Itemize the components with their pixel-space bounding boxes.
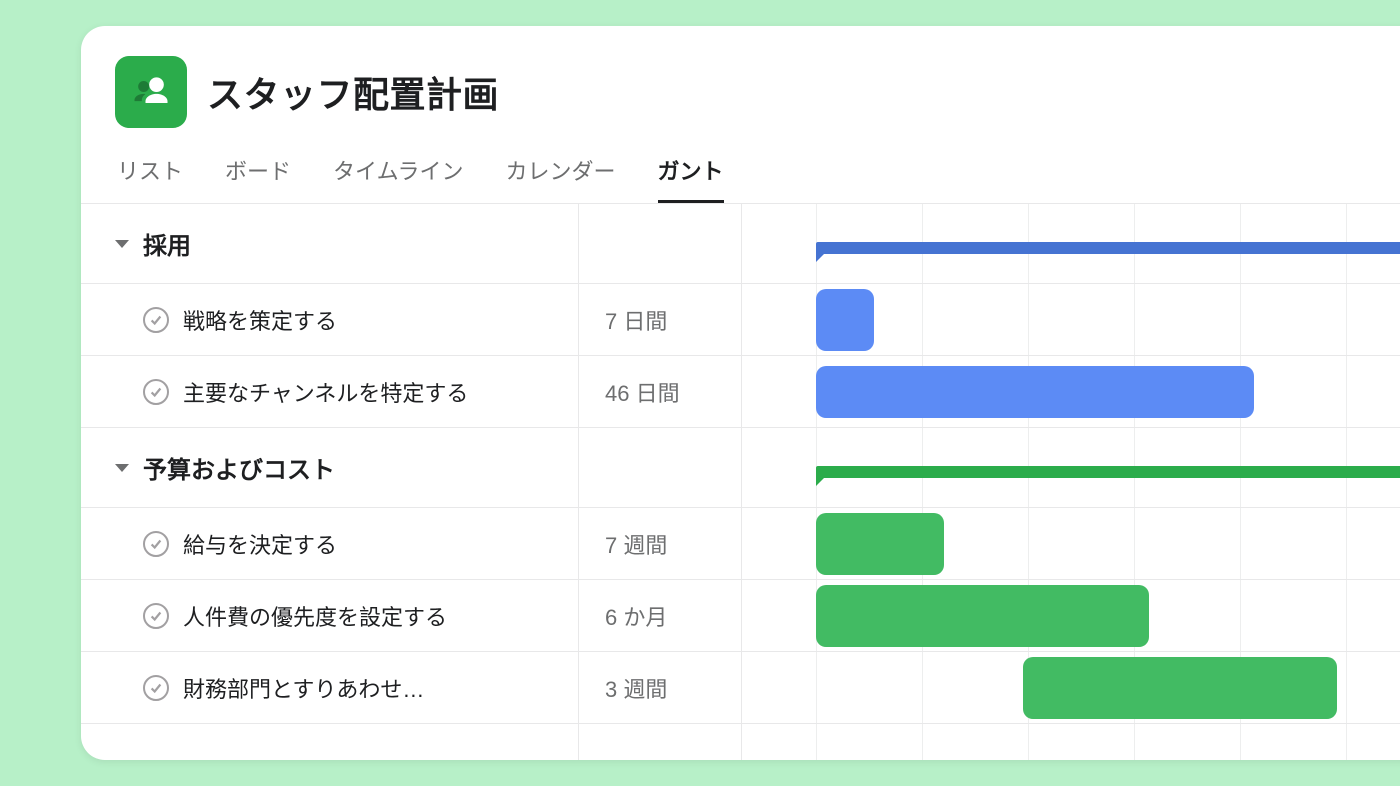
check-circle-icon[interactable] [143,531,169,557]
task-name-column: 採用 戦略を策定する 主要なチャンネルを特定する 予算およびコスト 給与を決定す… [81,204,579,760]
task-name: 給与を決定する [183,528,337,560]
duration-cell: 6 か月 [579,580,741,652]
caret-down-icon [115,464,129,472]
gantt-rows [742,204,1400,724]
task-row[interactable]: 戦略を策定する [81,284,578,356]
page-title: スタッフ配置計画 [207,66,499,118]
task-name: 戦略を策定する [183,304,337,336]
gantt-bar[interactable] [816,289,874,351]
section-summary-bar[interactable] [816,466,1400,478]
task-row[interactable]: 財務部門とすりあわせ… [81,652,578,724]
task-row[interactable]: 人件費の優先度を設定する [81,580,578,652]
gantt-bar[interactable] [816,585,1149,647]
caret-down-icon [115,240,129,248]
section-summary-bar[interactable] [816,242,1400,254]
duration-cell: 7 週間 [579,508,741,580]
duration-cell: 46 日間 [579,356,741,428]
tab-board[interactable]: ボード [225,154,291,203]
body: 採用 戦略を策定する 主要なチャンネルを特定する 予算およびコスト 給与を決定す… [81,204,1400,760]
app-card: スタッフ配置計画 リスト ボード タイムライン カレンダー ガント 採用 戦略を… [81,26,1400,760]
duration-cell [579,204,741,284]
task-name: 財務部門とすりあわせ… [183,672,424,704]
project-icon[interactable] [115,56,187,128]
tab-gantt[interactable]: ガント [658,154,724,203]
task-name: 人件費の優先度を設定する [183,600,447,632]
tab-timeline[interactable]: タイムライン [333,154,463,203]
gantt-bar[interactable] [1023,657,1337,719]
duration-cell: 7 日間 [579,284,741,356]
check-circle-icon[interactable] [143,675,169,701]
task-name: 主要なチャンネルを特定する [183,376,468,408]
check-circle-icon[interactable] [143,603,169,629]
check-circle-icon[interactable] [143,307,169,333]
gantt-bar[interactable] [816,513,944,575]
tab-calendar[interactable]: カレンダー [506,154,616,203]
gantt-bar[interactable] [816,366,1254,418]
section-header-budget[interactable]: 予算およびコスト [81,428,578,508]
duration-cell [579,428,741,508]
section-name: 予算およびコスト [143,450,335,485]
duration-cell: 3 週間 [579,652,741,724]
gantt-timeline[interactable] [742,204,1400,760]
check-circle-icon[interactable] [143,379,169,405]
task-row[interactable]: 主要なチャンネルを特定する [81,356,578,428]
duration-column: 7 日間 46 日間 7 週間 6 か月 3 週間 [579,204,742,760]
section-name: 採用 [143,226,191,261]
people-icon [129,70,173,114]
section-header-hiring[interactable]: 採用 [81,204,578,284]
tab-list[interactable]: リスト [117,154,183,203]
header: スタッフ配置計画 リスト ボード タイムライン カレンダー ガント [81,26,1400,203]
title-row: スタッフ配置計画 [115,56,1395,128]
view-tabs: リスト ボード タイムライン カレンダー ガント [115,154,1395,203]
task-row[interactable]: 給与を決定する [81,508,578,580]
